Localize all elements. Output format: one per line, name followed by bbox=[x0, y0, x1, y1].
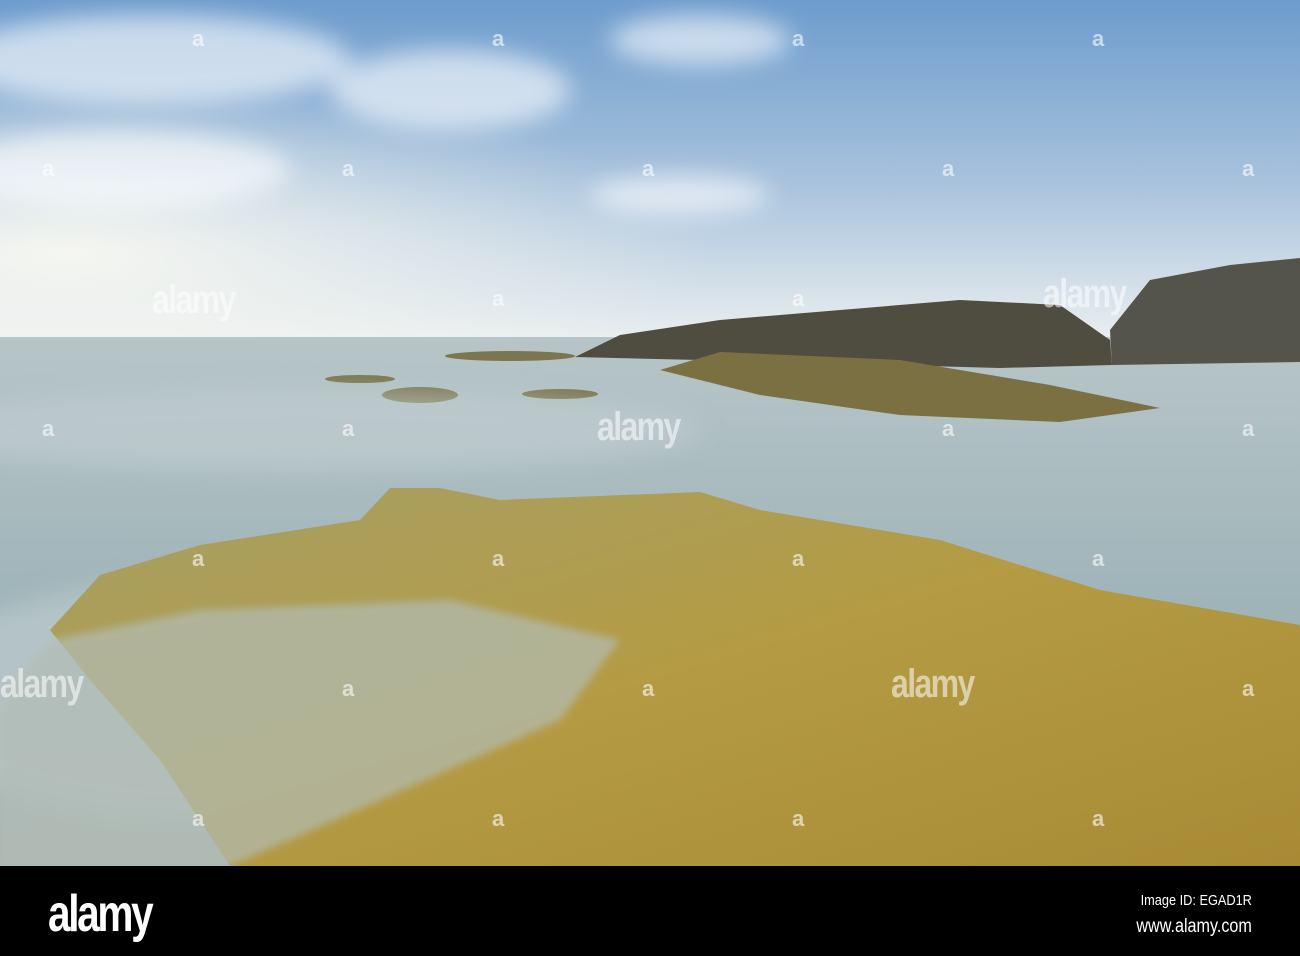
watermark-mark: a bbox=[1242, 156, 1255, 181]
watermark-mark: a bbox=[342, 156, 355, 181]
watermark-mark: a bbox=[642, 676, 655, 701]
watermark-mark: a bbox=[492, 546, 505, 571]
watermark-mark: a bbox=[942, 156, 955, 181]
watermark-mark: a bbox=[942, 416, 955, 441]
watermark-mark: a bbox=[792, 286, 805, 311]
watermark-mark: a bbox=[1242, 676, 1255, 701]
watermark-mark: a bbox=[792, 806, 805, 831]
watermark-text: alamy bbox=[1043, 272, 1127, 316]
watermark-mark: a bbox=[192, 806, 205, 831]
watermark-mark: a bbox=[1242, 416, 1255, 441]
watermark-text: alamy bbox=[597, 405, 681, 449]
image-id: Image ID: EGAD1R bbox=[1140, 892, 1252, 909]
watermark-mark: a bbox=[342, 676, 355, 701]
watermark-mark: a bbox=[192, 546, 205, 571]
watermark-text: alamy bbox=[891, 662, 975, 706]
watermark-mark: a bbox=[492, 26, 505, 51]
watermark-mark: a bbox=[1092, 546, 1105, 571]
watermark-mark: a bbox=[792, 546, 805, 571]
watermark-mark: a bbox=[42, 156, 55, 181]
website-url: www.alamy.com bbox=[1136, 916, 1252, 937]
footer-bar: alamy Image ID: EGAD1R www.alamy.com bbox=[0, 866, 1300, 956]
watermark-mark: a bbox=[492, 286, 505, 311]
watermark-text: alamy bbox=[152, 278, 236, 322]
alamy-logo: alamy bbox=[48, 885, 154, 943]
watermark-mark: a bbox=[42, 416, 55, 441]
watermark-text: alamy bbox=[0, 662, 84, 706]
watermark-mark: a bbox=[1092, 26, 1105, 51]
watermark-mark: a bbox=[192, 26, 205, 51]
watermark-mark: a bbox=[492, 806, 505, 831]
watermark-mark: a bbox=[1092, 806, 1105, 831]
watermark-mark: a bbox=[342, 416, 355, 441]
watermark-mark: a bbox=[642, 156, 655, 181]
watermark-mark: a bbox=[792, 26, 805, 51]
